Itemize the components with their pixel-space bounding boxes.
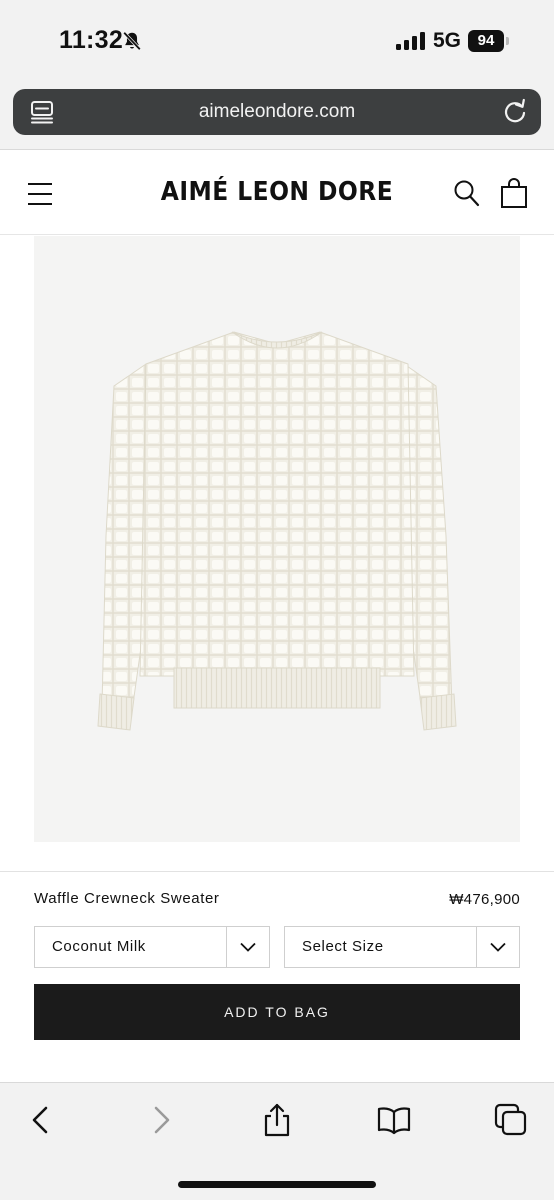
back-icon[interactable] [24, 1103, 58, 1137]
home-indicator[interactable] [178, 1181, 376, 1188]
size-select-value: Select Size [302, 938, 384, 955]
forward-icon[interactable] [144, 1103, 178, 1137]
browser-top-bar: aimeleondore.com [0, 80, 554, 150]
battery-icon: 94 [468, 30, 509, 52]
bookmarks-icon[interactable] [377, 1103, 411, 1137]
browser-toolbar [0, 1082, 554, 1200]
color-select[interactable]: Coconut Milk [34, 926, 270, 968]
product-image[interactable] [34, 236, 520, 842]
url-text[interactable]: aimeleondore.com [13, 89, 541, 135]
network-label: 5G [433, 29, 462, 52]
sweater-image [97, 331, 457, 731]
divider [0, 871, 554, 872]
reload-icon[interactable] [501, 98, 529, 126]
add-to-bag-button[interactable]: ADD TO BAG [34, 984, 520, 1040]
site-header: AIMÉ LEON DORE [0, 150, 554, 235]
chevron-down-icon[interactable] [489, 938, 507, 956]
share-icon[interactable] [260, 1103, 294, 1137]
bag-icon[interactable] [500, 177, 528, 209]
product-name: Waffle Crewneck Sweater [34, 890, 220, 907]
battery-level: 94 [477, 32, 495, 49]
product-price: ₩476,900 [449, 891, 520, 908]
size-select[interactable]: Select Size [284, 926, 520, 968]
chevron-down-icon[interactable] [239, 938, 257, 956]
color-select-value: Coconut Milk [52, 938, 146, 955]
divider [476, 927, 477, 967]
status-bar: 11:32 5G 94 [0, 0, 554, 80]
divider [226, 927, 227, 967]
search-icon[interactable] [452, 178, 480, 208]
tabs-icon[interactable] [494, 1103, 528, 1137]
signal-bars-icon [396, 32, 425, 50]
status-time: 11:32 [59, 26, 124, 54]
bell-slash-icon [123, 31, 141, 51]
address-bar[interactable]: aimeleondore.com [13, 89, 541, 135]
